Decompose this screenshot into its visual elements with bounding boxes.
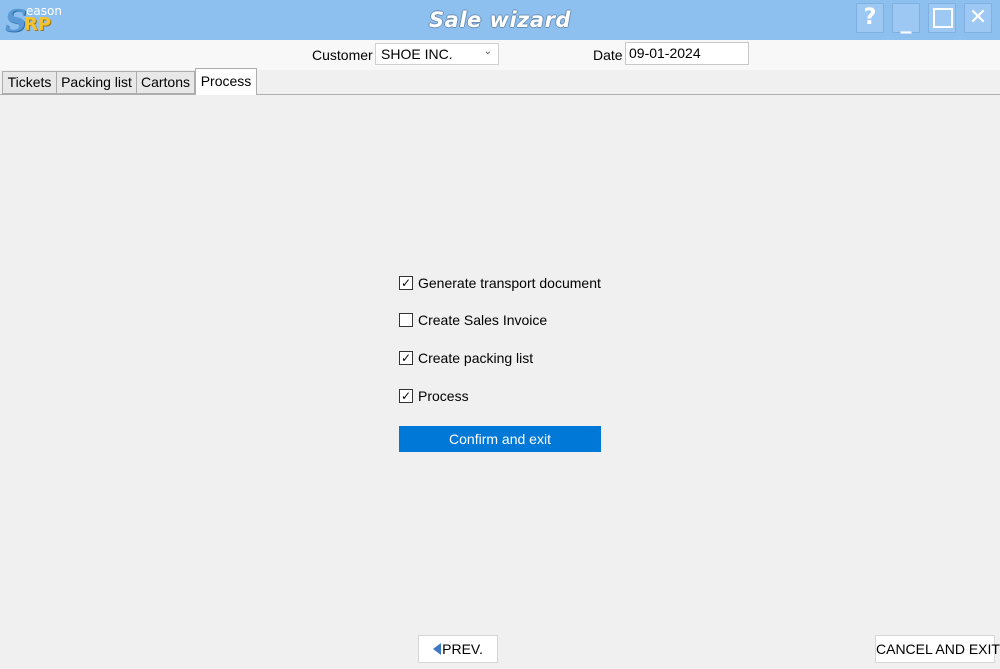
title-bar[interactable]: S eason RP Sale wizard ? _ ✕ [0, 0, 1000, 40]
option-label: Generate transport document [418, 275, 601, 291]
tab-process[interactable]: Process [195, 68, 257, 95]
checkbox[interactable]: ✓ [399, 389, 413, 403]
maximize-button[interactable] [928, 3, 956, 33]
chevron-left-icon [433, 643, 442, 655]
close-button[interactable]: ✕ [964, 3, 992, 33]
date-value: 09-01-2024 [629, 45, 701, 61]
cancel-and-exit-button[interactable]: CANCEL AND EXIT [875, 635, 1000, 663]
option-label: Create packing list [418, 350, 534, 366]
customer-label: Customer [312, 47, 373, 63]
tab-label: Tickets [7, 74, 52, 90]
tab-label: Cartons [140, 74, 191, 90]
window-title: Sale wizard [429, 8, 571, 32]
help-button[interactable]: ? [856, 3, 884, 33]
confirm-and-exit-button[interactable]: Confirm and exit [399, 426, 601, 452]
customer-select[interactable]: SHOE INC. ⌄ [375, 43, 499, 65]
tab-tickets[interactable]: Tickets [2, 71, 57, 94]
tab-label: Process [200, 73, 252, 89]
checkbox[interactable] [399, 313, 413, 327]
checkbox[interactable]: ✓ [399, 276, 413, 290]
prev-button[interactable]: PREV. [418, 635, 498, 663]
maximize-icon [933, 8, 953, 28]
process-panel [0, 94, 1000, 669]
date-field[interactable]: 09-01-2024 [625, 42, 749, 65]
minimize-icon: _ [900, 9, 912, 34]
chevron-down-icon: ⌄ [483, 46, 492, 57]
tab-label: Packing list [61, 74, 132, 90]
checkbox[interactable]: ✓ [399, 351, 413, 365]
minimize-button[interactable]: _ [892, 3, 920, 34]
close-icon: ✕ [968, 5, 988, 30]
prev-label: PREV. [442, 641, 483, 657]
option-label: Create Sales Invoice [418, 312, 548, 328]
customer-value: SHOE INC. [381, 46, 453, 62]
date-label: Date [593, 47, 623, 63]
tab-cartons[interactable]: Cartons [136, 71, 195, 94]
tab-packing-list[interactable]: Packing list [56, 71, 137, 94]
option-label: Process [418, 388, 469, 404]
help-icon: ? [863, 5, 877, 30]
header-area [0, 40, 1000, 70]
